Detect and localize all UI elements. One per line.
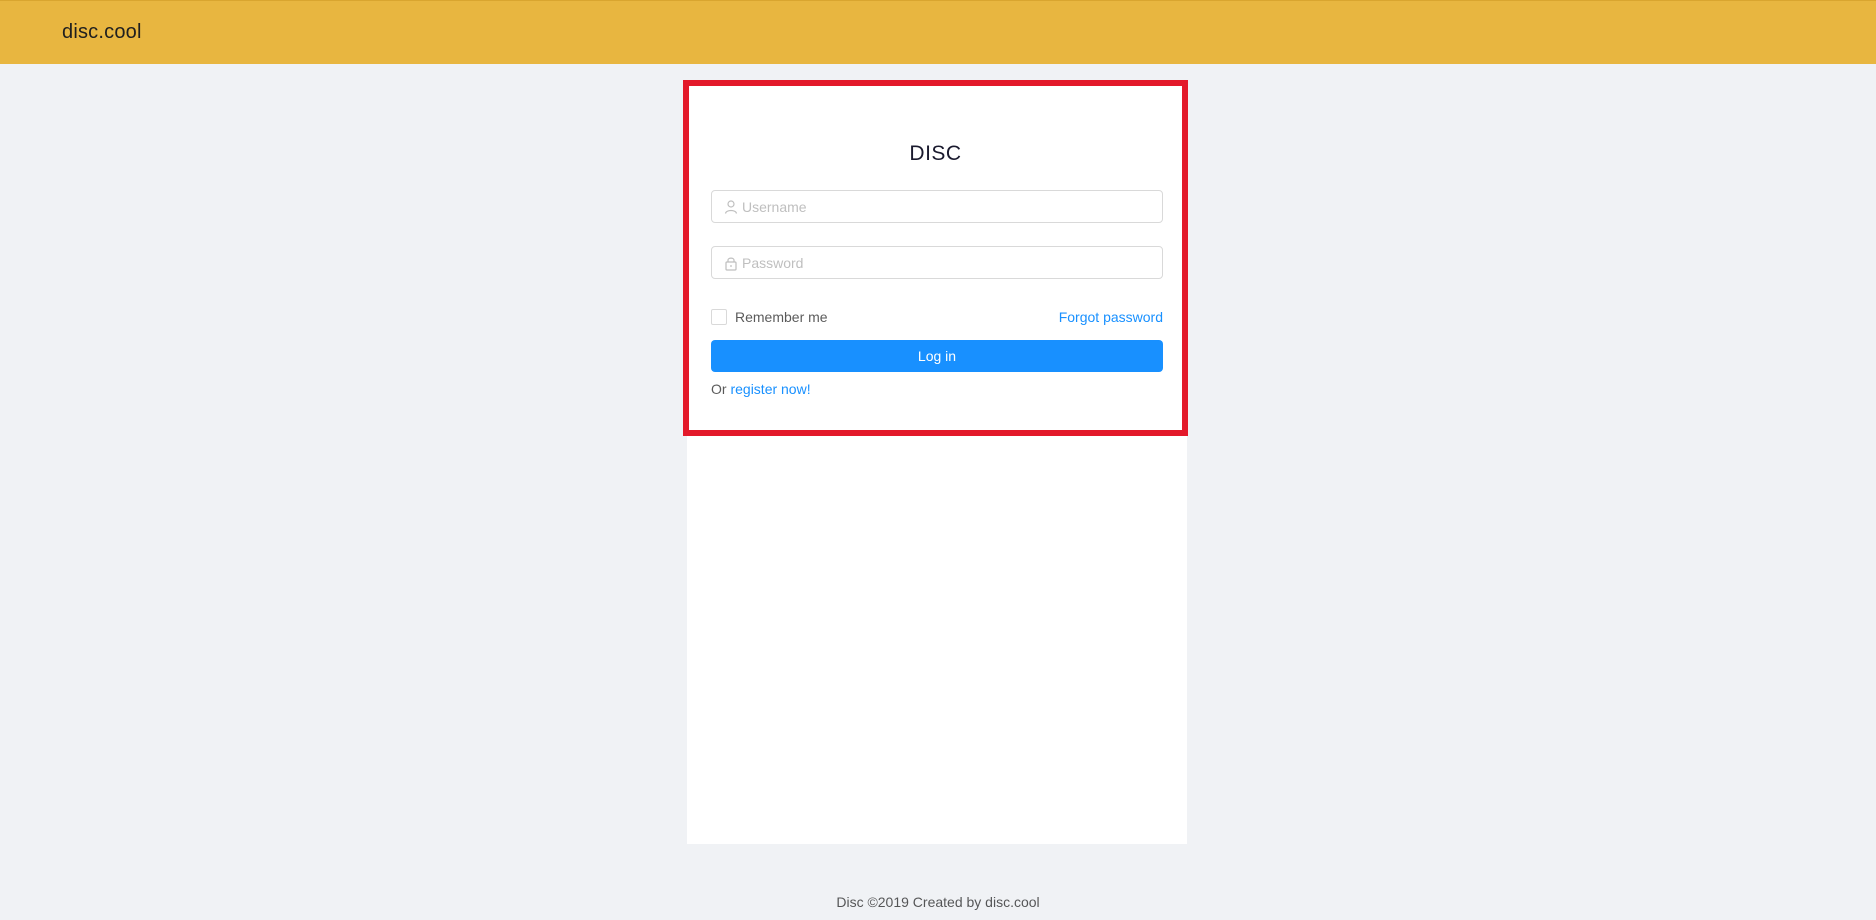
- password-field[interactable]: [711, 246, 1163, 279]
- username-input[interactable]: [742, 191, 1152, 222]
- lock-icon: [723, 255, 739, 271]
- user-icon: [723, 199, 739, 215]
- footer-text: Disc ©2019 Created by disc.cool: [836, 894, 1040, 910]
- register-link[interactable]: register now!: [730, 381, 810, 397]
- username-field[interactable]: [711, 190, 1163, 223]
- register-row: Or register now!: [711, 381, 811, 397]
- login-button[interactable]: Log in: [711, 340, 1163, 372]
- forgot-password-link[interactable]: Forgot password: [1059, 309, 1163, 325]
- remember-checkbox[interactable]: [711, 309, 727, 325]
- register-prefix: Or: [711, 381, 727, 397]
- login-title: DISC: [909, 142, 962, 165]
- brand-logo-text[interactable]: disc.cool: [62, 21, 142, 44]
- remember-row: Remember me Forgot password: [711, 308, 1163, 326]
- password-input[interactable]: [742, 247, 1152, 278]
- top-header: disc.cool: [0, 0, 1876, 64]
- login-form-highlighted: DISC Remember me Forgot password Log in …: [683, 80, 1188, 436]
- remember-label[interactable]: Remember me: [735, 309, 828, 325]
